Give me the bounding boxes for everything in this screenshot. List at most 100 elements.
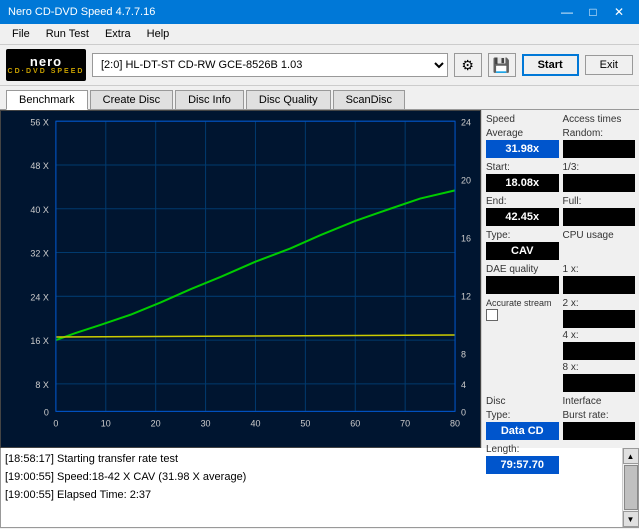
log-scrollbar: ▲ ▼ — [622, 448, 638, 527]
svg-text:20: 20 — [461, 175, 471, 185]
maximize-button[interactable]: □ — [581, 3, 605, 21]
toolbar: nero CD·DVD SPEED [2:0] HL-DT-ST CD-RW G… — [0, 45, 639, 86]
scroll-down-button[interactable]: ▼ — [623, 511, 639, 527]
accurate-checkbox-row — [486, 309, 559, 321]
accurate-checkbox[interactable] — [486, 309, 498, 321]
svg-text:80: 80 — [450, 419, 460, 429]
tab-scan-disc[interactable]: ScanDisc — [333, 90, 405, 109]
menu-extra[interactable]: Extra — [97, 26, 139, 42]
svg-text:24: 24 — [461, 117, 471, 127]
tab-disc-quality[interactable]: Disc Quality — [246, 90, 331, 109]
onethird-label: 1/3: — [563, 162, 636, 173]
scroll-thumb[interactable] — [624, 465, 638, 510]
disc-interface-header: Disc Interface — [486, 396, 635, 408]
dae-value — [486, 276, 559, 294]
log-content: [18:58:17] Starting transfer rate test [… — [1, 448, 622, 527]
access-times-label: Access times — [563, 114, 636, 125]
log-line-1: [18:58:17] Starting transfer rate test — [5, 450, 618, 468]
svg-text:56 X: 56 X — [30, 117, 48, 127]
disc-type-label: Type: — [486, 410, 559, 421]
cpu-x8-value — [563, 374, 636, 392]
chart-area: 56 X 48 X 40 X 32 X 24 X 16 X 8 X 0 24 2… — [0, 110, 481, 448]
end-label: End: — [486, 196, 559, 207]
chart-svg: 56 X 48 X 40 X 32 X 24 X 16 X 8 X 0 24 2… — [1, 111, 480, 447]
cpu-x1-value — [563, 276, 636, 294]
speed-access-row1: Average 31.98x Random: — [486, 128, 635, 158]
speed-access-row2: Start: 18.08x 1/3: — [486, 162, 635, 192]
tab-disc-info[interactable]: Disc Info — [175, 90, 244, 109]
dae-accurate-cpu2: Accurate stream 2 x: 4 x: 8 x: — [486, 298, 635, 392]
full-value — [563, 208, 636, 226]
onethird-value — [563, 174, 636, 192]
minimize-button[interactable]: — — [555, 3, 579, 21]
average-label: Average — [486, 128, 559, 139]
average-value: 31.98x — [486, 140, 559, 158]
type-label: Type: — [486, 230, 559, 241]
nero-logo: nero CD·DVD SPEED — [6, 49, 86, 81]
svg-text:40: 40 — [250, 419, 260, 429]
type-value: CAV — [486, 242, 559, 260]
burst-value — [563, 422, 636, 440]
svg-text:32 X: 32 X — [30, 249, 48, 259]
svg-text:0: 0 — [461, 407, 466, 417]
speed-access-row3: End: 42.45x Full: — [486, 196, 635, 226]
svg-text:0: 0 — [53, 419, 58, 429]
cpu-x2-label: 2 x: — [563, 298, 636, 309]
cpu-x4-value — [563, 342, 636, 360]
svg-text:10: 10 — [101, 419, 111, 429]
burst-label: Burst rate: — [563, 410, 636, 421]
random-label: Random: — [563, 128, 636, 139]
nero-logo-text: nero — [30, 55, 62, 68]
menu-file[interactable]: File — [4, 26, 38, 42]
svg-text:16: 16 — [461, 233, 471, 243]
disc-section-label: Disc — [486, 396, 559, 407]
svg-text:30: 30 — [201, 419, 211, 429]
window-controls: — □ ✕ — [555, 3, 631, 21]
svg-text:0: 0 — [44, 407, 49, 417]
start-value: 18.08x — [486, 174, 559, 192]
speed-label: Speed — [486, 114, 559, 125]
drive-select[interactable]: [2:0] HL-DT-ST CD-RW GCE-8526B 1.03 — [92, 53, 448, 77]
svg-text:70: 70 — [400, 419, 410, 429]
menu-bar: File Run Test Extra Help — [0, 24, 639, 45]
dae-cpu-section: DAE quality 1 x: — [486, 264, 635, 294]
menu-help[interactable]: Help — [139, 26, 178, 42]
svg-text:20: 20 — [151, 419, 161, 429]
svg-text:60: 60 — [350, 419, 360, 429]
scroll-up-button[interactable]: ▲ — [623, 448, 639, 464]
toolbar-icon-btn-2[interactable]: 💾 — [488, 53, 516, 77]
log-line-3: [19:00:55] Elapsed Time: 2:37 — [5, 486, 618, 504]
disc-interface-row1: Type: Data CD Burst rate: — [486, 410, 635, 440]
right-panel: Speed Access times Average 31.98x Random… — [481, 110, 639, 448]
disc-type-value: Data CD — [486, 422, 559, 440]
interface-label: Interface — [563, 396, 636, 407]
toolbar-icon-btn-1[interactable]: ⚙ — [454, 53, 482, 77]
cpu-x4-label: 4 x: — [563, 330, 636, 341]
main-content: 56 X 48 X 40 X 32 X 24 X 16 X 8 X 0 24 2… — [0, 110, 639, 448]
log-line-2: [19:00:55] Speed:18-42 X CAV (31.98 X av… — [5, 468, 618, 486]
tabs: Benchmark Create Disc Disc Info Disc Qua… — [0, 86, 639, 110]
svg-text:24 X: 24 X — [30, 292, 48, 302]
dae-label: DAE quality — [486, 264, 559, 275]
speed-access-header: Speed Access times — [486, 114, 635, 126]
svg-text:48 X: 48 X — [30, 161, 48, 171]
svg-text:12: 12 — [461, 291, 471, 301]
tab-benchmark[interactable]: Benchmark — [6, 90, 88, 110]
svg-text:4: 4 — [461, 380, 466, 390]
cpu-x1-label: 1 x: — [563, 264, 636, 275]
close-button[interactable]: ✕ — [607, 3, 631, 21]
svg-text:16 X: 16 X — [30, 336, 48, 346]
random-value — [563, 140, 636, 158]
svg-text:8: 8 — [461, 349, 466, 359]
full-label: Full: — [563, 196, 636, 207]
menu-run-test[interactable]: Run Test — [38, 26, 97, 42]
exit-button[interactable]: Exit — [585, 55, 633, 75]
svg-text:40 X: 40 X — [30, 205, 48, 215]
tab-create-disc[interactable]: Create Disc — [90, 90, 173, 109]
type-cpu-row: Type: CAV CPU usage — [486, 230, 635, 260]
accurate-label: Accurate stream — [486, 298, 559, 308]
start-label: Start: — [486, 162, 559, 173]
title-bar: Nero CD-DVD Speed 4.7.7.16 — □ ✕ — [0, 0, 639, 24]
nero-logo-subtitle: CD·DVD SPEED — [8, 68, 85, 75]
start-button[interactable]: Start — [522, 54, 579, 76]
